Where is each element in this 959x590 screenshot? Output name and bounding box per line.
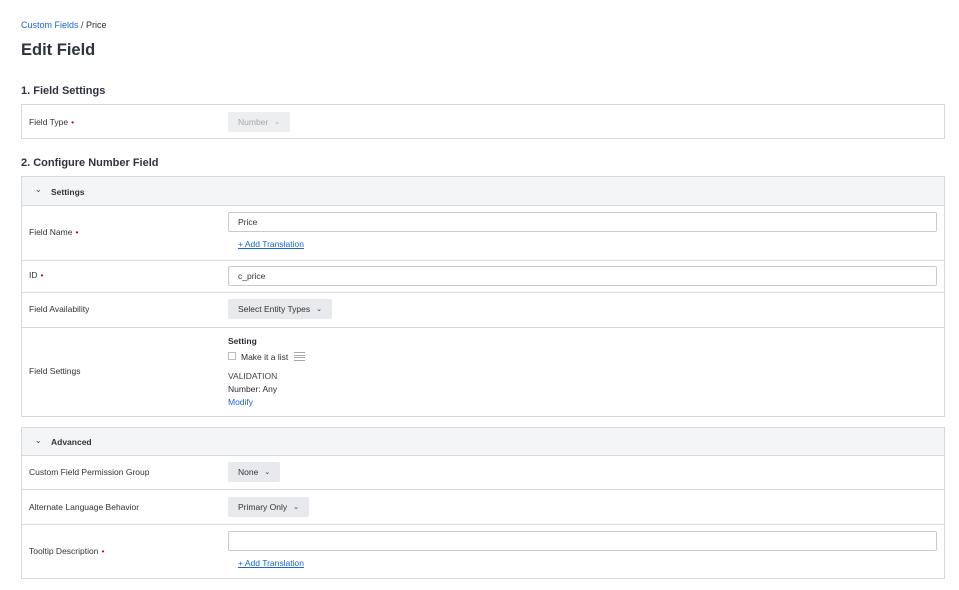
- tooltip-description-label: Tooltip Description •: [29, 546, 105, 556]
- section-field-settings-title: 1. Field Settings: [21, 85, 106, 97]
- settings-section-header[interactable]: ⌄ Settings: [22, 177, 944, 206]
- alternate-language-label: Alternate Language Behavior: [29, 502, 140, 512]
- field-type-label: Field Type •: [29, 117, 75, 127]
- breadcrumb-current: Price: [86, 20, 107, 30]
- permission-group-label: Custom Field Permission Group: [29, 467, 150, 477]
- required-marker: •: [40, 270, 44, 280]
- alternate-language-select[interactable]: Primary Only ⌄: [228, 497, 309, 517]
- section-configure-title: 2. Configure Number Field: [21, 157, 159, 169]
- breadcrumb-custom-fields-link[interactable]: Custom Fields: [21, 20, 79, 30]
- settings-box: ⌄ Settings Field Name • Price + Add Trans…: [21, 176, 945, 417]
- divider: [22, 260, 944, 261]
- id-input[interactable]: c_price: [228, 266, 937, 286]
- list-icon: [294, 352, 305, 361]
- field-type-select: Number ⌄: [228, 112, 291, 132]
- advanced-section-header[interactable]: ⌄ Advanced: [22, 428, 944, 456]
- required-marker: •: [101, 546, 105, 556]
- permission-group-value: None: [238, 467, 259, 477]
- divider: [22, 327, 944, 328]
- field-settings-box: Field Type • Number ⌄: [21, 104, 945, 139]
- breadcrumb-separator: /: [78, 20, 87, 30]
- field-settings-label: Field Settings: [29, 366, 81, 376]
- caret-down-icon: ⌄: [264, 469, 271, 476]
- required-marker: •: [75, 227, 79, 237]
- modify-validation-link[interactable]: Modify: [228, 397, 253, 407]
- make-list-checkbox[interactable]: [228, 352, 236, 360]
- divider: [22, 524, 944, 525]
- divider: [22, 292, 944, 293]
- select-entity-types-label: Select Entity Types: [238, 304, 311, 314]
- page-title: Edit Field: [21, 41, 96, 59]
- required-marker: •: [71, 117, 75, 127]
- tooltip-description-input[interactable]: [228, 531, 937, 551]
- caret-down-icon: ⌄: [316, 306, 323, 313]
- setting-heading: Setting: [228, 336, 257, 346]
- alternate-language-value: Primary Only: [238, 502, 288, 512]
- chevron-down-icon[interactable]: ⌄: [35, 185, 42, 194]
- tooltip-add-translation-link[interactable]: + Add Translation: [238, 558, 304, 568]
- permission-group-select[interactable]: None ⌄: [228, 462, 281, 482]
- advanced-box: ⌄ Advanced Custom Field Permission Group…: [21, 427, 945, 579]
- caret-down-icon: ⌄: [274, 119, 281, 126]
- breadcrumb: Custom Fields / Price: [21, 20, 107, 30]
- make-list-label: Make it a list: [241, 352, 289, 362]
- field-name-add-translation-link[interactable]: + Add Translation: [238, 239, 304, 249]
- chevron-down-icon[interactable]: ⌄: [35, 436, 42, 445]
- field-name-label: Field Name •: [29, 227, 79, 237]
- validation-heading: VALIDATION: [228, 371, 278, 381]
- caret-down-icon: ⌄: [293, 504, 299, 511]
- settings-header-label: Settings: [51, 187, 85, 197]
- advanced-header-label: Advanced: [51, 437, 92, 447]
- select-entity-types-button[interactable]: Select Entity Types ⌄: [228, 299, 333, 319]
- validation-value: Number: Any: [228, 384, 278, 394]
- divider: [22, 489, 944, 490]
- id-label: ID •: [29, 270, 44, 280]
- field-type-value: Number: [238, 117, 269, 127]
- field-name-input[interactable]: Price: [228, 212, 937, 232]
- field-availability-label: Field Availability: [29, 304, 90, 314]
